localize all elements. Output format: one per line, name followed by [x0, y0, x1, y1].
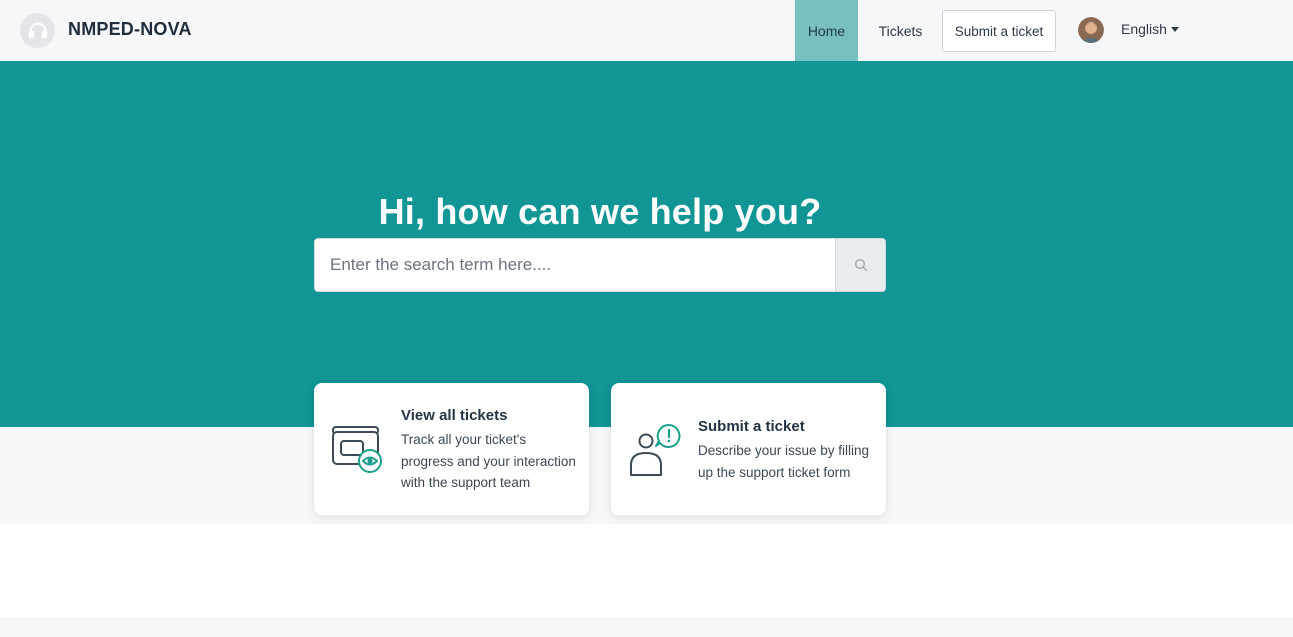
- headset-logo-icon[interactable]: [20, 13, 55, 48]
- language-dropdown[interactable]: English: [1121, 21, 1179, 37]
- hero-title: Hi, how can we help you?: [378, 191, 822, 232]
- card-title: View all tickets: [401, 407, 508, 424]
- nav-submit-ticket-button[interactable]: Submit a ticket: [942, 10, 1056, 52]
- footer-strip: [0, 617, 1293, 637]
- brand-name[interactable]: NMPED-NOVA: [68, 19, 192, 40]
- search-bar: [314, 238, 886, 292]
- user-alert-icon: [627, 423, 681, 482]
- card-title: Submit a ticket: [698, 418, 805, 435]
- top-navbar: NMPED-NOVA Home Tickets Submit a ticket …: [0, 0, 1293, 61]
- user-avatar[interactable]: [1078, 17, 1104, 43]
- view-all-tickets-card[interactable]: View all tickets Track all your ticket's…: [314, 383, 589, 515]
- ticket-eye-icon: [330, 423, 384, 482]
- search-input[interactable]: [315, 239, 836, 291]
- nav-tickets-link[interactable]: Tickets: [868, 0, 933, 61]
- language-label: English: [1121, 21, 1167, 37]
- caret-down-icon: [1170, 27, 1179, 32]
- search-button[interactable]: [835, 239, 885, 291]
- submit-ticket-card[interactable]: Submit a ticket Describe your issue by f…: [611, 383, 886, 515]
- card-description: Describe your issue by filling up the su…: [698, 443, 870, 480]
- search-icon: [854, 259, 867, 271]
- nav-home-link[interactable]: Home: [795, 0, 858, 61]
- card-description: Track all your ticket's progress and you…: [401, 432, 576, 490]
